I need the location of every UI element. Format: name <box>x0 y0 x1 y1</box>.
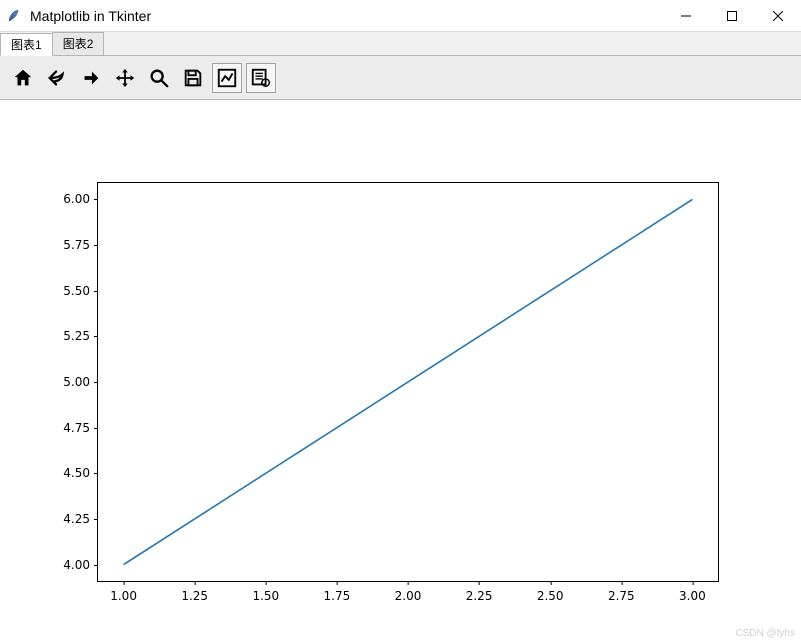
xtick-label: 1.25 <box>181 581 208 603</box>
maximize-button[interactable] <box>709 0 755 32</box>
figure-options-icon[interactable] <box>246 63 276 93</box>
back-icon[interactable] <box>42 63 72 93</box>
xtick-label: 1.50 <box>252 581 279 603</box>
xtick-label: 2.50 <box>537 581 564 603</box>
ytick-label: 4.75 <box>63 421 98 435</box>
xtick-label: 2.00 <box>395 581 422 603</box>
app-icon <box>6 8 22 24</box>
minimize-button[interactable] <box>663 0 709 32</box>
titlebar: Matplotlib in Tkinter <box>0 0 801 32</box>
figure-canvas[interactable]: 4.00 4.25 4.50 4.75 5.00 5.25 5.50 5.75 … <box>0 100 801 641</box>
tab-chart2[interactable]: 图表2 <box>52 32 105 55</box>
home-icon[interactable] <box>8 63 38 93</box>
close-button[interactable] <box>755 0 801 32</box>
forward-icon[interactable] <box>76 63 106 93</box>
matplotlib-toolbar <box>0 56 801 100</box>
ytick-label: 4.00 <box>63 558 98 572</box>
tab-chart1[interactable]: 图表1 <box>0 33 53 56</box>
tab-bar: 图表1 图表2 <box>0 32 801 56</box>
xtick-label: 2.25 <box>466 581 493 603</box>
ytick-label: 5.25 <box>63 329 98 343</box>
ytick-label: 5.50 <box>63 284 98 298</box>
xtick-label: 2.75 <box>608 581 635 603</box>
subplots-icon[interactable] <box>212 63 242 93</box>
ytick-label: 4.25 <box>63 512 98 526</box>
xtick-label: 1.00 <box>110 581 137 603</box>
window-title: Matplotlib in Tkinter <box>30 8 663 24</box>
pan-icon[interactable] <box>110 63 140 93</box>
ytick-label: 5.75 <box>63 238 98 252</box>
line-plot <box>98 183 718 581</box>
zoom-icon[interactable] <box>144 63 174 93</box>
xtick-label: 1.75 <box>324 581 351 603</box>
watermark: CSDN @fyhs <box>735 628 795 639</box>
xtick-label: 3.00 <box>679 581 706 603</box>
ytick-label: 4.50 <box>63 466 98 480</box>
save-icon[interactable] <box>178 63 208 93</box>
ytick-label: 6.00 <box>63 192 98 206</box>
ytick-label: 5.00 <box>63 375 98 389</box>
axes: 4.00 4.25 4.50 4.75 5.00 5.25 5.50 5.75 … <box>97 182 719 582</box>
